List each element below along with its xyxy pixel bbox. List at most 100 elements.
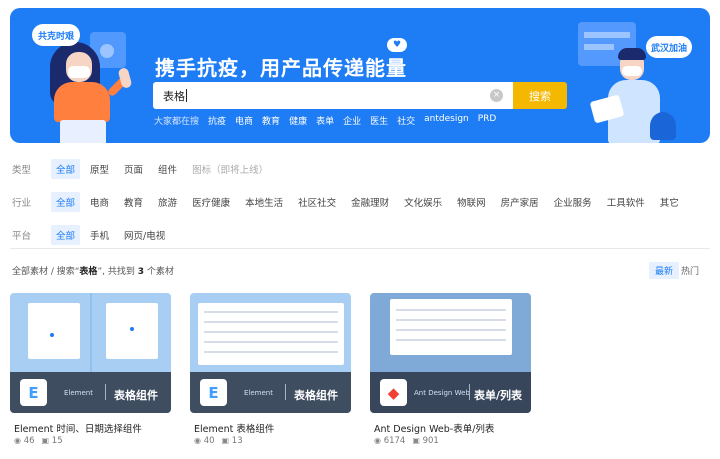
results-count: 3 — [137, 267, 144, 277]
filter-option-all[interactable]: 全部 — [51, 159, 81, 179]
hot-tag[interactable]: 医生 — [370, 114, 388, 127]
filter-option[interactable]: 组件 — [158, 162, 177, 176]
card-stats: ◉ 6174 ▣ 901 — [374, 436, 439, 446]
filter-option[interactable]: 教育 — [124, 195, 143, 209]
filter-option[interactable]: 原型 — [90, 162, 109, 176]
ant-design-logo-icon: ◆ — [380, 379, 407, 406]
card-name[interactable]: Ant Design Web-表单/列表 — [374, 421, 494, 435]
thumb-row — [396, 309, 506, 311]
filter-option[interactable]: 金融理财 — [351, 195, 389, 209]
thumb-row — [396, 329, 506, 331]
filter-option[interactable]: 电商 — [90, 195, 109, 209]
filter-option[interactable]: 文化娱乐 — [404, 195, 442, 209]
filter-row-industry: 行业 全部 电商 教育 旅游 医疗健康 本地生活 社区社交 金融理财 文化娱乐 … — [12, 192, 694, 212]
save-count: 13 — [231, 436, 243, 446]
text-caret — [186, 89, 187, 102]
card-stats: ◉ 40 ▣ 13 — [194, 436, 243, 446]
card-name[interactable]: Element 表格组件 — [194, 421, 274, 435]
filter-row-platform: 平台 全部 手机 网页/电视 — [12, 225, 180, 245]
hot-tag[interactable]: 抗疫 — [208, 114, 226, 127]
filter-option[interactable]: 页面 — [124, 162, 143, 176]
decor-panel-line — [584, 32, 630, 38]
card-name[interactable]: Element 时间、日期选择组件 — [14, 421, 142, 435]
search-input[interactable]: 表格 — [153, 82, 513, 109]
bookmark-icon: ▣ — [221, 436, 230, 445]
card-separator — [105, 384, 106, 400]
illustration-woman-pants — [60, 120, 106, 143]
thumb-row — [204, 321, 338, 323]
hot-search-label: 大家都在搜 — [154, 117, 200, 127]
filter-option-all[interactable]: 全部 — [51, 225, 81, 245]
card-brand: Element — [244, 389, 273, 397]
element-logo-icon: E — [20, 379, 47, 406]
card-overlay-title: 表单/列表 — [474, 389, 523, 402]
hot-tag[interactable]: 社交 — [397, 114, 415, 127]
filter-label: 平台 — [12, 231, 32, 242]
sort-hot[interactable]: 热门 — [681, 264, 699, 277]
view-count: 6174 — [383, 436, 406, 446]
thumb-row — [204, 351, 338, 353]
results-prefix: 全部素材 / 搜索“ — [12, 267, 80, 277]
material-card[interactable]: ◆ Ant Design Web 表单/列表 — [370, 293, 531, 413]
badge-left: 共克时艰 — [32, 24, 80, 46]
hot-tag[interactable]: PRD — [478, 114, 497, 127]
material-card[interactable]: E Element 表格组件 — [190, 293, 351, 413]
sort-latest[interactable]: 最新 — [649, 262, 680, 279]
eye-icon: ◉ — [374, 436, 381, 445]
thumb-calendar — [28, 303, 80, 359]
filter-option[interactable]: 企业服务 — [554, 195, 592, 209]
banner-title: 携手抗疫，用产品传递能量 — [155, 56, 407, 80]
thumb-calendar — [106, 303, 158, 359]
mask-icon — [622, 66, 642, 76]
results-middle: ”, 共找到 — [97, 267, 135, 277]
hot-tag[interactable]: 健康 — [289, 114, 307, 127]
filter-option[interactable]: 网页/电视 — [124, 228, 165, 242]
filter-option[interactable]: 物联网 — [457, 195, 486, 209]
thumb-dot — [130, 327, 134, 331]
search-input-value: 表格 — [163, 89, 185, 103]
bookmark-icon: ▣ — [41, 436, 50, 445]
thumb-table — [390, 299, 512, 355]
filter-option[interactable]: 房产家居 — [501, 195, 539, 209]
element-logo-icon: E — [200, 379, 227, 406]
results-summary: 全部素材 / 搜索“表格”, 共找到 3 个素材 — [12, 264, 174, 277]
clear-icon[interactable]: × — [490, 89, 503, 102]
save-count: 901 — [422, 436, 439, 446]
thumb-row — [396, 319, 506, 321]
hot-tag[interactable]: antdesign — [424, 114, 469, 127]
hot-search-row: 大家都在搜 抗疫 电商 教育 健康 表单 企业 医生 社交 antdesign … — [154, 114, 496, 127]
bookmark-icon: ▣ — [412, 436, 420, 445]
card-stats: ◉ 46 ▣ 15 — [14, 436, 63, 446]
filter-option-all[interactable]: 全部 — [51, 192, 81, 212]
filter-option[interactable]: 社区社交 — [298, 195, 336, 209]
filter-label: 类型 — [12, 165, 32, 176]
results-keyword: 表格 — [79, 267, 98, 277]
thumb-row — [396, 339, 506, 341]
hero-banner: 共克时艰 武汉加油 ♥ 携手抗疫，用产品传递能量 表格 × 搜索 大家都在搜 抗… — [10, 8, 710, 143]
filter-option[interactable]: 手机 — [90, 228, 109, 242]
thumb-divider — [90, 293, 92, 372]
filter-option[interactable]: 本地生活 — [245, 195, 283, 209]
filter-option[interactable]: 其它 — [660, 195, 679, 209]
filter-option-disabled: 图标（即将上线） — [192, 165, 269, 176]
card-separator — [469, 384, 470, 400]
hot-tag[interactable]: 表单 — [316, 114, 334, 127]
filter-option[interactable]: 工具软件 — [607, 195, 645, 209]
illustration-woman-body — [54, 82, 110, 122]
card-separator — [285, 384, 286, 400]
card-overlay-title: 表格组件 — [294, 389, 338, 402]
material-card[interactable]: E Element 表格组件 — [10, 293, 171, 413]
hot-tag[interactable]: 企业 — [343, 114, 361, 127]
search-button[interactable]: 搜索 — [513, 82, 567, 109]
filter-option[interactable]: 医疗健康 — [192, 195, 230, 209]
filter-label: 行业 — [12, 198, 32, 209]
card-brand: Ant Design Web — [414, 389, 470, 397]
hot-tag[interactable]: 电商 — [235, 114, 253, 127]
filter-row-type: 类型 全部 原型 页面 组件 图标（即将上线） — [12, 159, 283, 179]
divider — [10, 248, 710, 249]
card-overlay-title: 表格组件 — [114, 389, 158, 402]
illustration-man-hair — [618, 48, 646, 60]
filter-option[interactable]: 旅游 — [158, 195, 177, 209]
thumb-dot — [50, 333, 54, 337]
hot-tag[interactable]: 教育 — [262, 114, 280, 127]
